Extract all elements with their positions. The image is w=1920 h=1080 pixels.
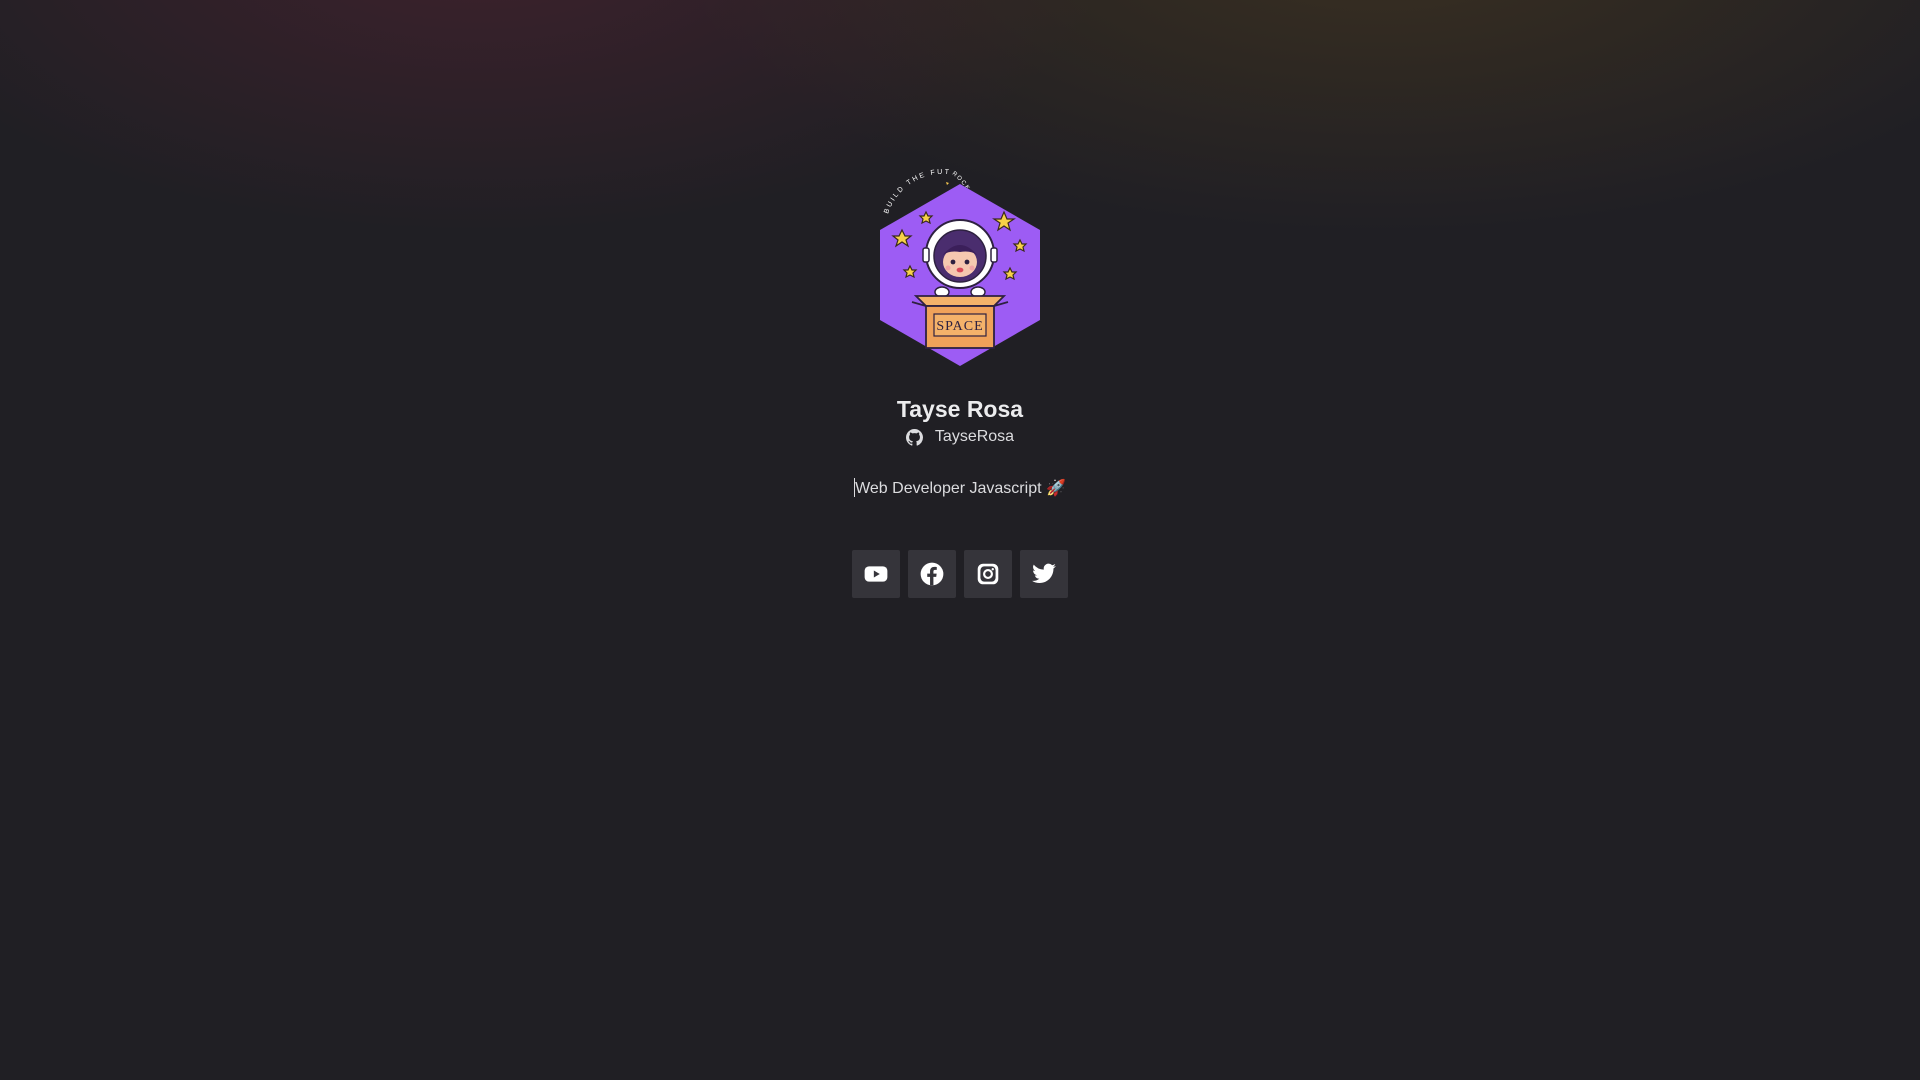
github-icon — [905, 428, 923, 446]
github-link[interactable]: TayseRosa — [0, 428, 1920, 446]
box-label: SPACE — [936, 319, 983, 334]
facebook-button[interactable] — [908, 550, 956, 598]
twitter-button[interactable] — [1020, 550, 1068, 598]
bio: Web Developer Javascript 🚀 — [0, 478, 1920, 498]
youtube-icon — [864, 566, 888, 582]
social-links — [0, 550, 1920, 598]
profile-name: Tayse Rosa — [896, 396, 1024, 422]
avatar: BUILD THE FUTURE ROCK — [876, 164, 1044, 370]
youtube-button[interactable] — [852, 550, 900, 598]
bio-text: Web Developer Javascript 🚀 — [855, 480, 1066, 497]
astronaut-illustration: BUILD THE FUTURE ROCK — [876, 164, 1040, 366]
profile-page: BUILD THE FUTURE ROCK — [0, 0, 1920, 1080]
instagram-button[interactable] — [964, 550, 1012, 598]
instagram-icon — [977, 563, 999, 585]
twitter-icon — [1032, 563, 1056, 583]
facebook-icon — [920, 562, 944, 586]
github-handle: TayseRosa — [934, 428, 1015, 445]
